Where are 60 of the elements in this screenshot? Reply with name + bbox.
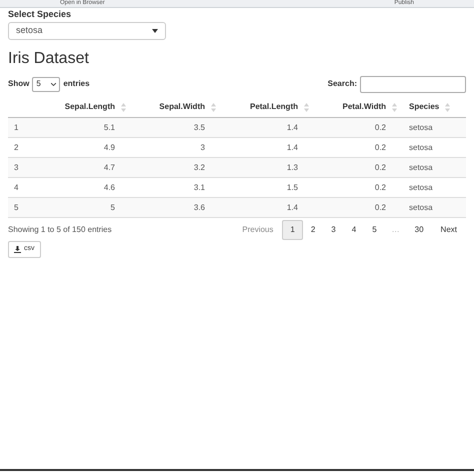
page-button[interactable]: 1 bbox=[282, 220, 303, 240]
table-cell: 3.6 bbox=[194, 202, 205, 212]
column-header[interactable]: Sepal.Length bbox=[64, 101, 115, 113]
species-select[interactable]: setosa bbox=[8, 22, 166, 40]
entries-label: entries bbox=[63, 78, 90, 90]
table-cell: setosa bbox=[409, 142, 433, 152]
table-cell: 1.4 bbox=[286, 202, 298, 212]
column-header[interactable]: Petal.Width bbox=[342, 101, 386, 113]
entries-select[interactable]: 5 bbox=[32, 76, 60, 92]
table-cell: setosa bbox=[409, 182, 433, 192]
table-cell: 0.2 bbox=[374, 162, 386, 172]
page-button[interactable]: 30 bbox=[406, 220, 432, 240]
table-cell: 1.4 bbox=[286, 142, 298, 152]
sort-icon bbox=[304, 102, 309, 112]
page-title: Iris Dataset bbox=[8, 49, 90, 69]
table-cell: 5 bbox=[14, 202, 18, 212]
chevron-icon bbox=[51, 82, 56, 86]
column-header[interactable]: Species bbox=[409, 101, 440, 113]
sort-icon bbox=[121, 102, 126, 112]
search-field[interactable] bbox=[360, 76, 466, 92]
page-button[interactable]: 2 bbox=[302, 220, 324, 240]
table-cell: setosa bbox=[409, 202, 433, 212]
column-header[interactable]: Petal.Length bbox=[250, 101, 298, 113]
select-label: Select Species bbox=[8, 8, 72, 20]
ellipsis: … bbox=[390, 224, 401, 236]
page-button[interactable]: 5 bbox=[364, 220, 385, 240]
table-cell: 3 bbox=[200, 142, 205, 152]
sort-icon bbox=[392, 102, 397, 112]
table-cell: 0.2 bbox=[374, 142, 386, 152]
table-cell: setosa bbox=[409, 162, 433, 172]
table-cell: 5.1 bbox=[104, 122, 115, 132]
download-icon bbox=[14, 246, 21, 253]
table-cell: 1.4 bbox=[286, 122, 298, 132]
table-cell: 1.3 bbox=[286, 162, 298, 172]
show-label: Show bbox=[8, 78, 30, 90]
table-cell: 3.5 bbox=[194, 122, 205, 132]
table-cell: 0.2 bbox=[374, 182, 386, 192]
table-cell: 0.2 bbox=[374, 122, 386, 132]
table-cell: 2 bbox=[14, 142, 18, 152]
caret-icon bbox=[152, 29, 158, 33]
sort-icon bbox=[445, 102, 450, 112]
table-cell: 3 bbox=[14, 162, 18, 172]
pagination-nav-button[interactable]: Next bbox=[432, 220, 466, 240]
table-cell: setosa bbox=[409, 122, 433, 132]
search-label: Search: bbox=[328, 78, 357, 90]
page-button[interactable]: 4 bbox=[344, 220, 364, 240]
table-cell: 1 bbox=[14, 122, 18, 132]
table-cell: 3.2 bbox=[194, 162, 205, 172]
table-cell: 4.7 bbox=[104, 162, 115, 172]
table-cell: 4 bbox=[14, 182, 18, 192]
sort-icon bbox=[211, 102, 216, 112]
entries-info: Showing 1 to 5 of 150 entries bbox=[8, 224, 112, 236]
table-cell: 1.5 bbox=[286, 182, 298, 192]
table-cell: 4.9 bbox=[104, 142, 115, 152]
table-cell: 0.2 bbox=[374, 202, 386, 212]
table-cell: 3.1 bbox=[194, 182, 205, 192]
column-header[interactable]: Sepal.Width bbox=[159, 101, 205, 113]
table-cell: 5 bbox=[110, 202, 115, 212]
table-cell: 4.6 bbox=[104, 182, 115, 192]
page-button[interactable]: 3 bbox=[323, 220, 344, 240]
